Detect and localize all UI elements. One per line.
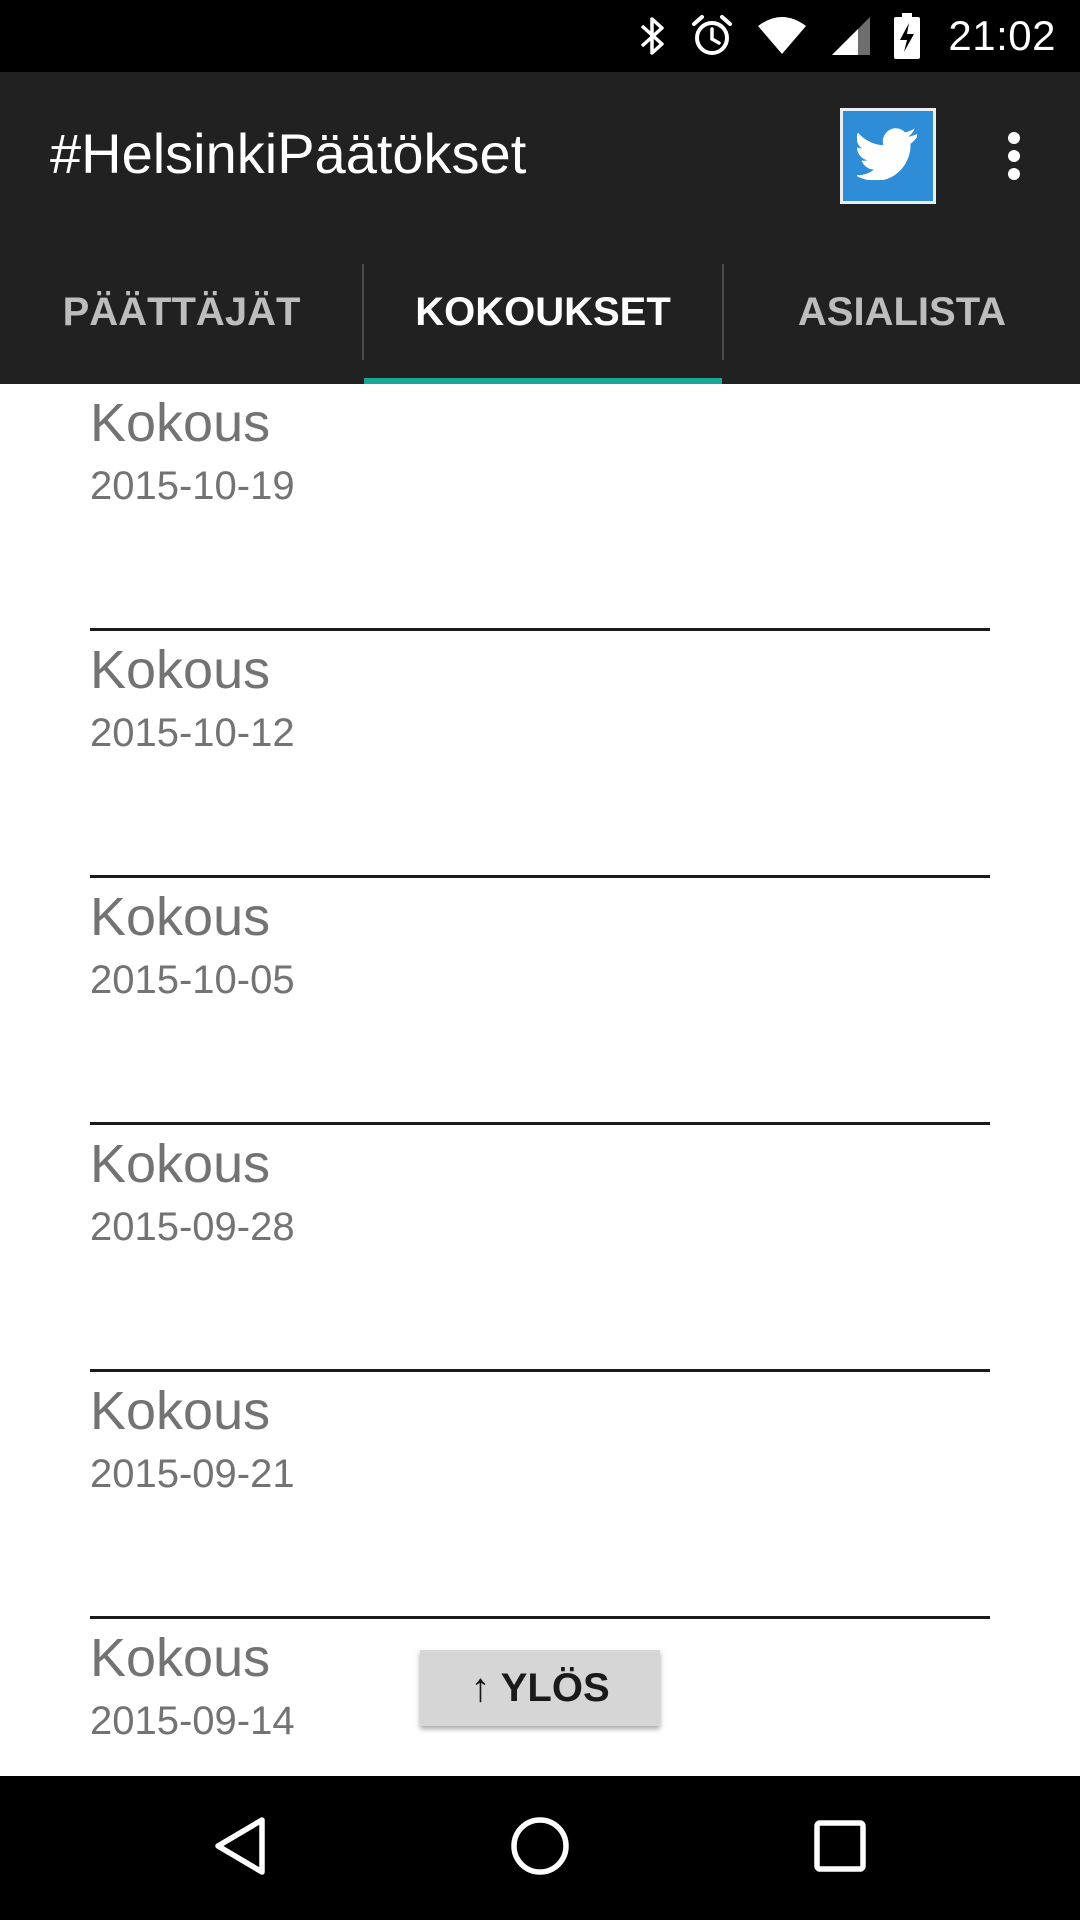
meeting-title: Kokous xyxy=(90,1134,271,1194)
list-item[interactable]: Kokous 2015-09-28 xyxy=(0,1125,1080,1372)
app-bar: #HelsinkiPäätökset xyxy=(0,72,1080,240)
bluetooth-icon xyxy=(638,15,668,57)
cell-signal-icon xyxy=(830,15,872,57)
overflow-menu-button[interactable] xyxy=(990,124,1038,188)
twitter-share-button[interactable] xyxy=(840,108,936,204)
alarm-icon xyxy=(690,14,734,58)
list-item[interactable]: Kokous 2015-09-21 xyxy=(0,1372,1080,1619)
meeting-date: 2015-10-05 xyxy=(90,958,295,1002)
recents-square-icon xyxy=(812,1818,868,1879)
home-button[interactable] xyxy=(468,1776,612,1920)
app-title: #HelsinkiPäätökset xyxy=(50,122,527,185)
back-triangle-icon xyxy=(210,1814,270,1883)
tab-kokoukset[interactable]: KOKOUKSET xyxy=(364,240,722,384)
recents-button[interactable] xyxy=(768,1776,912,1920)
meeting-date: 2015-09-28 xyxy=(90,1205,295,1249)
battery-charging-icon xyxy=(894,13,921,59)
meetings-list[interactable]: Kokous 2015-10-19 Kokous 2015-10-12 Koko… xyxy=(0,384,1080,1776)
meeting-title: Kokous xyxy=(90,1381,271,1441)
status-bar: 21:02 xyxy=(0,0,1080,72)
list-item[interactable]: Kokous 2015-10-19 xyxy=(0,384,1080,631)
list-item[interactable]: Kokous 2015-10-12 xyxy=(0,631,1080,878)
meeting-title: Kokous xyxy=(90,887,271,947)
meeting-date: 2015-10-19 xyxy=(90,464,295,508)
meeting-date: 2015-10-12 xyxy=(90,711,295,755)
meeting-title: Kokous xyxy=(90,393,271,453)
meeting-title: Kokous xyxy=(90,640,271,700)
tab-asialista[interactable]: ASIALISTA xyxy=(724,240,1080,384)
scroll-up-button[interactable]: ↑ YLÖS xyxy=(420,1650,660,1726)
tab-paattajat[interactable]: PÄÄTTÄJÄT xyxy=(0,240,363,384)
tab-bar: PÄÄTTÄJÄT KOKOUKSET ASIALISTA xyxy=(0,240,1080,384)
back-button[interactable] xyxy=(168,1776,312,1920)
wifi-icon xyxy=(756,16,808,56)
home-circle-icon xyxy=(508,1814,572,1883)
twitter-bird-icon xyxy=(855,127,919,185)
meeting-date: 2015-09-14 xyxy=(90,1699,295,1743)
overflow-menu-icon xyxy=(1008,132,1020,144)
status-time: 21:02 xyxy=(948,12,1056,59)
list-item[interactable]: Kokous 2015-10-05 xyxy=(0,878,1080,1125)
meeting-date: 2015-09-21 xyxy=(90,1452,295,1496)
meeting-title: Kokous xyxy=(90,1628,271,1688)
status-icons: 21:02 xyxy=(638,0,1056,72)
navigation-bar xyxy=(0,1776,1080,1920)
app-screen: 21:02 #HelsinkiPäätökset PÄÄTTÄJÄT KOKOU… xyxy=(0,0,1080,1920)
